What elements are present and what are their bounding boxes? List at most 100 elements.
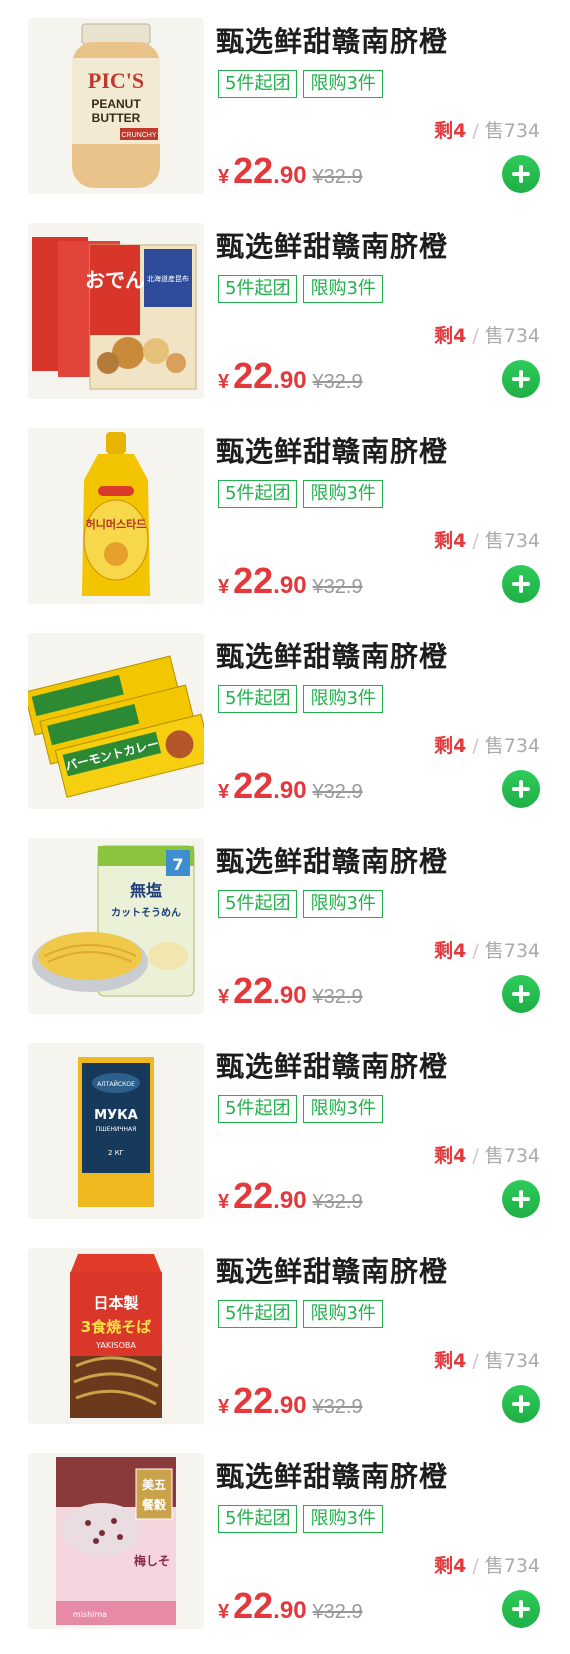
image-text: mishima [73,1610,107,1619]
product-image[interactable]: おでん 北海道産昆布 [28,223,204,399]
remaining-count: 剩4 [434,325,467,347]
stock-info: 剩4/售734 [434,1346,540,1373]
tag-purchase-limit: 限购3件 [303,685,383,713]
remaining-count: 剩4 [434,940,467,962]
stock-info: 剩4/售734 [434,526,540,553]
tag-group: 5件起团 限购3件 [218,1300,383,1328]
product-image[interactable]: PIC'S PEANUT BUTTER CRUNCHY [28,18,204,194]
product-item[interactable]: АЛТАЙСКОЕ МУКА ПШЕНИЧНАЯ 2 КГ 甄选鲜甜赣南脐橙 5… [0,1025,570,1230]
image-text: 無塩 [130,881,162,900]
price-integer: 22 [233,970,274,1011]
price-decimal: .90 [273,1392,307,1419]
price: ¥22.90 ¥32.9 [218,1585,363,1627]
price: ¥22.90 ¥32.9 [218,1175,363,1217]
price: ¥22.90 ¥32.9 [218,1380,363,1422]
image-text: BUTTER [92,111,141,125]
stock-info: 剩4/售734 [434,1141,540,1168]
peanut-butter-jar-image: PIC'S PEANUT BUTTER CRUNCHY [28,18,204,194]
image-text: おでん [85,268,145,292]
add-to-cart-button[interactable] [502,155,540,193]
product-title[interactable]: 甄选鲜甜赣南脐橙 [216,430,448,470]
tag-purchase-limit: 限购3件 [303,1095,383,1123]
image-text: 7 [172,855,183,874]
tag-purchase-limit: 限购3件 [303,1300,383,1328]
plus-icon [512,985,530,1003]
price-integer: 22 [233,765,274,806]
product-title[interactable]: 甄选鲜甜赣南脐橙 [216,1455,448,1495]
image-text: 北海道産昆布 [147,274,189,283]
image-text: 日本製 [93,1294,138,1312]
add-to-cart-button[interactable] [502,975,540,1013]
image-text: ПШЕНИЧНАЯ [96,1126,137,1133]
image-text: PIC'S [88,68,144,93]
tag-purchase-limit: 限购3件 [303,480,383,508]
product-item[interactable]: PIC'S PEANUT BUTTER CRUNCHY 甄选鲜甜赣南脐橙 5件起… [0,0,570,205]
image-text: 2 КГ [108,1149,124,1157]
remaining-count: 剩4 [434,1555,467,1577]
product-item[interactable]: 7 無塩 カットそうめん 甄选鲜甜赣南脐橙 5件起团 限购3件 剩4/售734 … [0,820,570,1025]
separator: / [472,735,479,757]
plus-icon [512,165,530,183]
add-to-cart-button[interactable] [502,770,540,808]
plus-icon [512,575,530,593]
separator: / [472,120,479,142]
tag-group: 5件起团 限购3件 [218,70,383,98]
product-title[interactable]: 甄选鲜甜赣南脐橙 [216,20,448,60]
tag-min-group: 5件起团 [218,1095,298,1123]
add-to-cart-button[interactable] [502,360,540,398]
original-price: ¥32.9 [312,576,363,598]
product-image[interactable]: 日本製 3食焼そば YAKISOBA [28,1248,204,1424]
price-decimal: .90 [273,1597,307,1624]
add-to-cart-button[interactable] [502,1180,540,1218]
product-title[interactable]: 甄选鲜甜赣南脐橙 [216,840,448,880]
product-image[interactable]: АЛТАЙСКОЕ МУКА ПШЕНИЧНАЯ 2 КГ [28,1043,204,1219]
separator: / [472,1350,479,1372]
product-title[interactable]: 甄选鲜甜赣南脐橙 [216,225,448,265]
add-to-cart-button[interactable] [502,565,540,603]
curry-roux-boxes-image: バーモントカレー [28,633,204,809]
currency-symbol: ¥ [218,986,230,1008]
price-decimal: .90 [273,367,307,394]
image-text: МУКА [94,1108,138,1123]
currency-symbol: ¥ [218,166,230,188]
price-integer: 22 [233,1175,274,1216]
product-image[interactable]: バーモントカレー [28,633,204,809]
product-title[interactable]: 甄选鲜甜赣南脐橙 [216,1045,448,1085]
product-title[interactable]: 甄选鲜甜赣南脐橙 [216,1250,448,1290]
price-integer: 22 [233,1585,274,1626]
price-decimal: .90 [273,162,307,189]
image-text: 餐穀 [142,1497,167,1512]
product-item[interactable]: 美五 餐穀 梅しそ mishima 甄选鲜甜赣南脐橙 5件起团 限购3件 剩4/… [0,1435,570,1640]
flour-bag-image: АЛТАЙСКОЕ МУКА ПШЕНИЧНАЯ 2 КГ [28,1043,204,1219]
product-list: PIC'S PEANUT BUTTER CRUNCHY 甄选鲜甜赣南脐橙 5件起… [0,0,570,1640]
add-to-cart-button[interactable] [502,1385,540,1423]
product-image[interactable]: 7 無塩 カットそうめん [28,838,204,1014]
product-item[interactable]: 日本製 3食焼そば YAKISOBA 甄选鲜甜赣南脐橙 5件起团 限购3件 剩4… [0,1230,570,1435]
product-image[interactable]: 허니머스타드 [28,428,204,604]
currency-symbol: ¥ [218,1396,230,1418]
image-text: YAKISOBA [95,1341,136,1350]
tag-purchase-limit: 限购3件 [303,275,383,303]
product-image[interactable]: 美五 餐穀 梅しそ mishima [28,1453,204,1629]
currency-symbol: ¥ [218,1191,230,1213]
five-grain-rice-pack-image: 美五 餐穀 梅しそ mishima [28,1453,204,1629]
plus-icon [512,1190,530,1208]
honey-mustard-bottle-image: 허니머스타드 [28,428,204,604]
sold-count: 售734 [484,940,540,962]
image-text: 허니머스타드 [86,517,147,531]
tag-group: 5件起团 限购3件 [218,1505,383,1533]
image-text: 美五 [142,1477,166,1492]
image-text: 梅しそ [134,1553,170,1568]
remaining-count: 剩4 [434,120,467,142]
tag-min-group: 5件起团 [218,685,298,713]
price-integer: 22 [233,355,274,396]
separator: / [472,325,479,347]
tag-group: 5件起团 限购3件 [218,890,383,918]
product-item[interactable]: おでん 北海道産昆布 甄选鲜甜赣南脐橙 5件起团 限购3件 剩4/售734 ¥2… [0,205,570,410]
add-to-cart-button[interactable] [502,1590,540,1628]
sold-count: 售734 [484,1555,540,1577]
product-title[interactable]: 甄选鲜甜赣南脐橙 [216,635,448,675]
product-item[interactable]: 허니머스타드 甄选鲜甜赣南脐橙 5件起团 限购3件 剩4/售734 ¥22.90… [0,410,570,615]
tag-purchase-limit: 限购3件 [303,890,383,918]
product-item[interactable]: バーモントカレー 甄选鲜甜赣南脐橙 5件起团 限购3件 剩4/售734 ¥22.… [0,615,570,820]
